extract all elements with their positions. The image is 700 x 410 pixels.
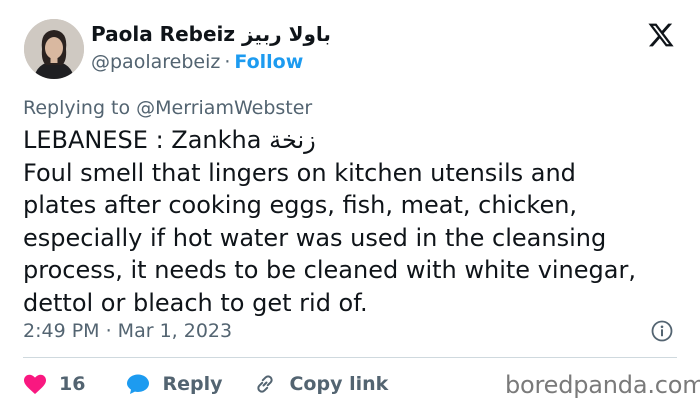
action-bar: 16 Reply Copy link [23,370,419,398]
divider [23,357,677,358]
heart-icon [24,374,46,394]
follow-button[interactable]: Follow [234,51,303,73]
reply-context: Replying to @MerriamWebster [23,97,313,119]
reply-label: Reply [162,373,223,395]
copy-link-label: Copy link [289,373,389,395]
tweet-text: LEBANESE : Zankha زنخة Foul smell that l… [23,126,636,317]
author-handle[interactable]: @paolarebeiz [91,51,220,73]
author-handle-row: @paolarebeiz · Follow [91,49,303,75]
x-logo-icon[interactable] [647,21,675,49]
avatar-photo [24,19,84,79]
watermark: boredpanda.com [505,371,700,399]
link-icon [257,375,274,393]
copy-link-button[interactable]: Copy link [253,372,388,396]
author-display-name[interactable]: Paola Rebeiz باولا ربيز [91,21,331,47]
avatar[interactable] [24,19,84,79]
speech-bubble-icon [127,374,150,394]
separator-dot: · [224,51,231,73]
info-icon[interactable] [651,320,673,342]
tweet-timestamp[interactable]: 2:49 PM · Mar 1, 2023 [23,318,232,344]
like-count: 16 [59,373,86,395]
reply-button[interactable]: Reply [126,373,222,395]
like-button[interactable]: 16 [23,373,85,395]
